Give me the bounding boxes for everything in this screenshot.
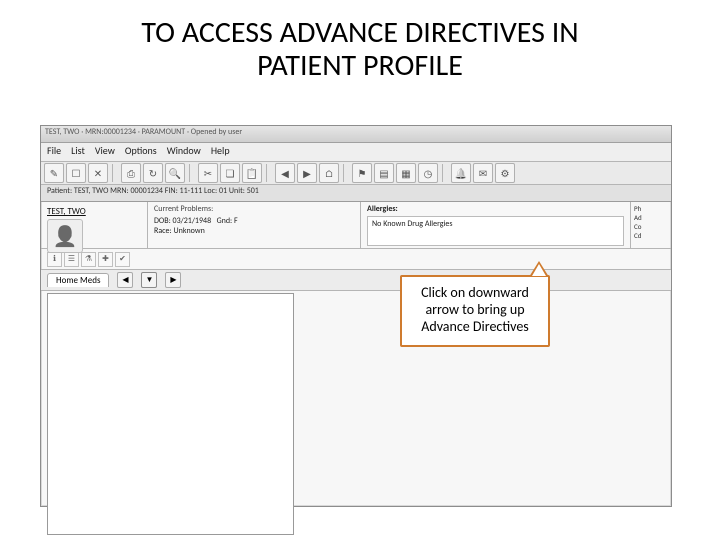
tool-note-icon[interactable]: ✉ <box>473 163 493 183</box>
title-line-1: TO ACCESS ADVANCE DIRECTIVES IN <box>141 14 578 51</box>
race-value: Unknown <box>174 226 205 236</box>
tool-find-icon[interactable]: 🔍 <box>165 163 185 183</box>
allergies-label: Allergies: <box>367 204 624 214</box>
patient-context-bar: Patient: TEST, TWO MRN: 00001234 FIN: 11… <box>41 185 671 202</box>
tab-scroll-left-icon[interactable]: ◀ <box>117 272 133 288</box>
tool-cut-icon[interactable]: ✂ <box>198 163 218 183</box>
tool-refresh-icon[interactable]: ↻ <box>143 163 163 183</box>
tab-scroll-right-icon[interactable]: ▶ <box>165 272 181 288</box>
tool-clock-icon[interactable]: ◷ <box>418 163 438 183</box>
lab-icon[interactable]: ⚗ <box>81 252 96 267</box>
tool-save-icon[interactable]: ✕ <box>88 163 108 183</box>
info-icon[interactable]: ℹ <box>47 252 62 267</box>
menu-options[interactable]: Options <box>125 144 157 160</box>
allergies-value: No Known Drug Allergies <box>367 216 624 246</box>
menubar: File List View Options Window Help <box>41 143 671 162</box>
tool-alert-icon[interactable]: 🔔 <box>451 163 471 183</box>
menu-window[interactable]: Window <box>167 144 201 160</box>
dob-label: DOB: <box>154 216 171 226</box>
patient-info-bar: TEST, TWO 👤 Current Problems: DOB: 03/21… <box>41 202 671 249</box>
menu-file[interactable]: File <box>47 144 61 160</box>
tool-home-icon[interactable]: ⌂ <box>319 163 339 183</box>
tool-calendar-icon[interactable]: ▦ <box>396 163 416 183</box>
dob-value: 03/21/1948 <box>173 216 212 226</box>
tool-copy-icon[interactable]: ❏ <box>220 163 240 183</box>
tool-gear-icon[interactable]: ⚙ <box>495 163 515 183</box>
race-label: Race: <box>154 226 172 236</box>
instruction-callout: Click on downward arrow to bring up Adva… <box>400 275 550 347</box>
tool-flag-icon[interactable]: ⚑ <box>352 163 372 183</box>
right-info-cell: Ph Ad Co Cd <box>630 202 671 248</box>
main-toolbar: ✎ ☐ ✕ ⎙ ↻ 🔍 ✂ ❏ 📋 ◀ ▶ ⌂ ⚑ ▤ ▦ ◷ 🔔 ✉ ⚙ <box>41 162 671 185</box>
app-window: TEST, TWO · MRN:00001234 · PARAMOUNT · O… <box>40 125 672 507</box>
tab-home-meds[interactable]: Home Meds <box>47 273 109 287</box>
window-titlebar: TEST, TWO · MRN:00001234 · PARAMOUNT · O… <box>41 126 671 143</box>
right-a: Ph <box>634 204 668 213</box>
right-c: Co <box>634 222 668 231</box>
patient-name-cell: TEST, TWO 👤 <box>41 202 148 248</box>
patient-name[interactable]: TEST, TWO <box>47 206 141 217</box>
doc-icon[interactable]: ☰ <box>64 252 79 267</box>
tool-paste-icon[interactable]: 📋 <box>242 163 262 183</box>
right-d: Cd <box>634 231 668 240</box>
right-b: Ad <box>634 213 668 222</box>
tab-bar: Home Meds ◀ ▼ ▶ <box>41 270 671 291</box>
med-icon[interactable]: ✚ <box>98 252 113 267</box>
problems-header: Current Problems: <box>154 204 354 214</box>
callout-pointer-icon <box>529 261 549 277</box>
menu-help[interactable]: Help <box>211 144 230 160</box>
check-icon[interactable]: ✔ <box>115 252 130 267</box>
home-meds-panel <box>47 293 294 535</box>
callout-text: Click on downward arrow to bring up Adva… <box>421 284 529 335</box>
slide-title: TO ACCESS ADVANCE DIRECTIVES IN PATIENT … <box>0 0 720 90</box>
tool-print-icon[interactable]: ⎙ <box>121 163 141 183</box>
allergies-cell: Allergies: No Known Drug Allergies <box>361 202 630 248</box>
content-pane <box>41 291 671 541</box>
tool-forward-icon[interactable]: ▶ <box>297 163 317 183</box>
tool-back-icon[interactable]: ◀ <box>275 163 295 183</box>
tool-open-icon[interactable]: ☐ <box>66 163 86 183</box>
tool-chart-icon[interactable]: ▤ <box>374 163 394 183</box>
menu-list[interactable]: List <box>71 144 85 160</box>
menu-view[interactable]: View <box>95 144 115 160</box>
gender-value: F <box>234 216 238 226</box>
demographics-cell: Current Problems: DOB: 03/21/1948 Gnd: F… <box>148 202 361 248</box>
sub-toolbar: ℹ ☰ ⚗ ✚ ✔ <box>41 249 671 270</box>
tool-new-icon[interactable]: ✎ <box>44 163 64 183</box>
avatar: 👤 <box>47 219 83 253</box>
title-line-2: PATIENT PROFILE <box>257 47 463 84</box>
gender-label: Gnd: <box>217 216 233 226</box>
advance-directives-dropdown-arrow[interactable]: ▼ <box>141 272 157 288</box>
